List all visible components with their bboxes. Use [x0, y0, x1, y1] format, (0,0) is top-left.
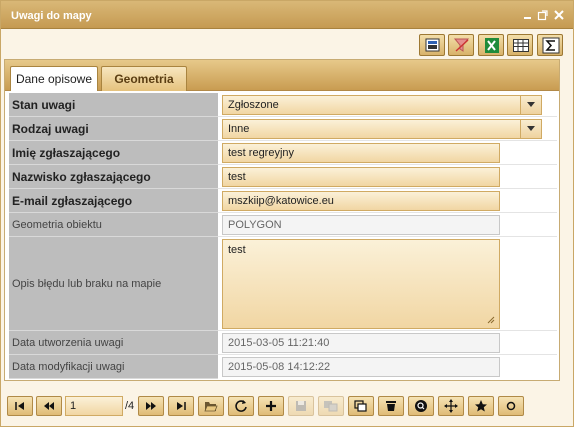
tab-label: Geometria: [114, 72, 174, 86]
tab-strip: Dane opisowe Geometria: [5, 60, 559, 91]
window-title: Uwagi do mapy: [11, 10, 92, 22]
field-label: Imię zgłaszającego: [9, 141, 218, 165]
resize-handle-icon[interactable]: [487, 316, 495, 324]
print-preview-icon[interactable]: [419, 34, 445, 56]
form-row-stan-uwagi: Stan uwagi Zgłoszone: [9, 93, 557, 117]
form-row-geometria: Geometria obiektu POLYGON: [9, 213, 557, 237]
last-name-field[interactable]: test: [222, 167, 500, 187]
email-field[interactable]: mszkiip@katowice.eu: [222, 191, 500, 211]
zoom-to-icon[interactable]: [408, 396, 434, 416]
copy-disabled-icon[interactable]: [318, 396, 344, 416]
tab-label: Dane opisowe: [15, 72, 93, 86]
form-row-rodzaj-uwagi: Rodzaj uwagi Inne: [9, 117, 557, 141]
modified-date-field: 2015-05-08 14:12:22: [222, 357, 500, 377]
first-page-icon[interactable]: [7, 396, 33, 416]
minimize-icon[interactable]: [522, 9, 534, 21]
form-row-imie: Imię zgłaszającego test regreyjny: [9, 141, 557, 165]
field-label: Data modyfikacji uwagi: [9, 355, 218, 379]
close-icon[interactable]: [553, 9, 565, 21]
form-row-data-modyfikacji: Data modyfikacji uwagi 2015-05-08 14:12:…: [9, 355, 557, 379]
page-total: /4: [125, 400, 135, 412]
description-textarea[interactable]: test: [222, 239, 500, 329]
notes-window: Uwagi do mapy Dane opisowe Geometria Sta…: [0, 0, 574, 427]
select-value: Zgłoszone: [228, 99, 279, 111]
field-label: E-mail zgłaszającego: [9, 189, 218, 213]
textarea-value: test: [228, 244, 246, 256]
field-label: Data utworzenia uwagi: [9, 331, 218, 355]
field-label: Stan uwagi: [9, 93, 218, 117]
open-folder-icon[interactable]: [198, 396, 224, 416]
field-label: Opis błędu lub braku na mapie: [9, 237, 218, 331]
excel-export-icon[interactable]: [478, 34, 504, 56]
sum-icon[interactable]: [537, 34, 563, 56]
form-row-data-utworzenia: Data utworzenia uwagi 2015-03-05 11:21:4…: [9, 331, 557, 355]
star-icon[interactable]: [468, 396, 494, 416]
form-row-nazwisko: Nazwisko zgłaszającego test: [9, 165, 557, 189]
first-name-field[interactable]: test regreyjny: [222, 143, 500, 163]
field-label: Nazwisko zgłaszającego: [9, 165, 218, 189]
chevron-down-icon[interactable]: [520, 96, 541, 114]
geometry-field: POLYGON: [222, 215, 500, 235]
restore-icon[interactable]: [537, 9, 549, 21]
delete-icon[interactable]: [378, 396, 404, 416]
clear-filter-icon[interactable]: [448, 34, 474, 56]
table-view-icon[interactable]: [507, 34, 533, 56]
field-label: Geometria obiektu: [9, 213, 218, 237]
refresh-icon[interactable]: [228, 396, 254, 416]
prev-page-icon[interactable]: [36, 396, 62, 416]
pager-toolbar: 1 /4: [4, 388, 570, 424]
chevron-down-icon[interactable]: [520, 120, 541, 138]
duplicate-icon[interactable]: [348, 396, 374, 416]
select-value: Inne: [228, 123, 250, 135]
next-page-icon[interactable]: [138, 396, 164, 416]
created-date-field: 2015-03-05 11:21:40: [222, 333, 500, 353]
form-row-email: E-mail zgłaszającego mszkiip@katowice.eu: [9, 189, 557, 213]
circle-icon[interactable]: [498, 396, 524, 416]
record-panel: Dane opisowe Geometria Stan uwagi Zgłosz…: [4, 59, 560, 381]
save-icon[interactable]: [288, 396, 314, 416]
attributes-form: Stan uwagi Zgłoszone Rodzaj uwagi Inne I…: [9, 93, 557, 380]
field-label: Rodzaj uwagi: [9, 117, 218, 141]
tab-geometria[interactable]: Geometria: [101, 66, 187, 91]
tab-dane-opisowe[interactable]: Dane opisowe: [10, 66, 98, 91]
form-row-opis: Opis błędu lub braku na mapie test: [9, 237, 557, 331]
toolbar: [4, 31, 570, 61]
pan-icon[interactable]: [438, 396, 464, 416]
title-bar[interactable]: Uwagi do mapy: [1, 1, 573, 29]
type-select[interactable]: Inne: [222, 119, 542, 139]
add-icon[interactable]: [258, 396, 284, 416]
last-page-icon[interactable]: [168, 396, 194, 416]
page-number-input[interactable]: 1: [65, 396, 123, 416]
status-select[interactable]: Zgłoszone: [222, 95, 542, 115]
